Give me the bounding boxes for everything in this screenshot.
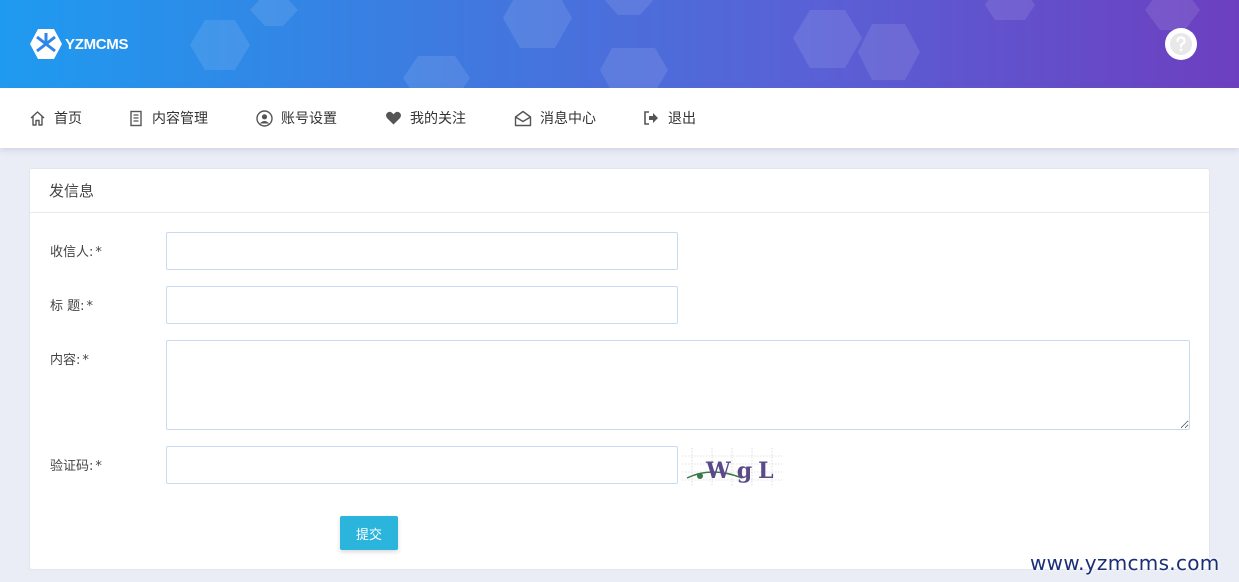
user-circle-icon [256,109,273,127]
yzmcms-logo-icon [30,29,62,59]
header-banner: YZMCMS [0,0,1239,88]
site-logo[interactable]: YZMCMS [29,28,129,60]
subject-input[interactable] [166,286,678,324]
nav-label: 首页 [54,111,82,127]
nav-item-logout[interactable]: 退出 [643,88,696,148]
site-watermark: www.yzmcms.com [1030,551,1220,575]
recipient-input[interactable] [166,232,678,270]
captcha-text: WgL [705,458,780,484]
nav-label: 账号设置 [281,111,337,127]
panel-title: 发信息 [30,169,1209,213]
user-avatar-icon [1170,33,1192,55]
document-icon [130,110,142,126]
subject-label: 标 题: * [50,299,94,314]
nav-item-content-management[interactable]: 内容管理 [128,88,208,148]
sign-out-icon [644,111,658,125]
captcha-input[interactable] [166,446,678,484]
decorative-hexagons [190,0,1200,88]
required-mark: * [82,353,89,368]
nav-item-home[interactable]: 首页 [29,88,82,148]
nav-label: 我的关注 [410,111,466,127]
nav-item-account-settings[interactable]: 账号设置 [256,88,337,148]
submit-button[interactable]: 提交 [340,516,398,550]
heart-icon [386,111,401,125]
recipient-label: 收信人: * [50,245,102,260]
send-message-panel: 发信息 收信人: * 标 题: * 内容: * 验证码: * WgL 提交 [29,168,1210,570]
required-mark: * [95,459,102,474]
nav-item-message-center[interactable]: 消息中心 [514,88,596,148]
content-textarea[interactable] [166,340,1190,430]
main-nav: 首页 内容管理 账号设置 我的关注 消息中心 退出 [0,88,1239,148]
nav-label: 消息中心 [540,111,596,127]
content-label: 内容: * [50,353,89,368]
required-mark: * [95,245,102,260]
nav-label: 内容管理 [152,111,208,127]
user-avatar[interactable] [1165,28,1197,60]
required-mark: * [86,299,94,314]
envelope-open-icon [514,110,532,126]
home-icon [30,110,45,126]
nav-label: 退出 [668,111,696,127]
captcha-image[interactable]: WgL [682,448,782,486]
nav-item-my-follows[interactable]: 我的关注 [385,88,466,148]
captcha-label: 验证码: * [50,459,102,474]
logo-text: YZMCMS [65,35,129,53]
